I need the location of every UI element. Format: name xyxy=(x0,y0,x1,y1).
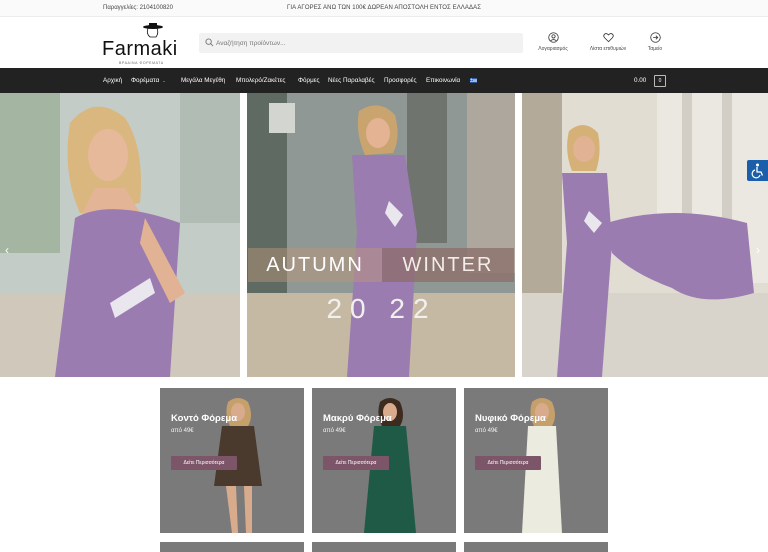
model-photo-left xyxy=(0,93,240,377)
category-card-long-dress[interactable]: Μακρύ Φόρεμα από 49€ Δείτε Περισσότερα xyxy=(312,388,456,533)
account-link[interactable]: Λογαριασμός xyxy=(523,32,583,52)
nav-item-boleros[interactable]: Μπολερό/Ζακέτες xyxy=(236,77,285,84)
chevron-down-icon: ⌄ xyxy=(162,78,165,83)
heart-icon xyxy=(603,32,614,43)
hero-year: 20 22 xyxy=(248,293,515,325)
site-header: Farmaki ΒΡΑΔΙΝΑ ΦΟΡΕΜΑΤΑ Λογαριασμός Λίσ… xyxy=(0,17,768,68)
wishlist-label: Λίστα επιθυμιών xyxy=(590,46,626,52)
category-title: Νυφικό Φόρεμα xyxy=(475,413,546,424)
category-price: από 49€ xyxy=(475,428,498,434)
hero-image-right xyxy=(522,93,768,377)
category-grid: Κοντό Φόρεμα από 49€ Δείτε Περισσότερα Μ… xyxy=(160,388,608,550)
shipping-notice: ΓΙΑ ΑΓΟΡΕΣ ΑΝΩ ΤΩΝ 100€ ΔΩΡΕΑΝ ΑΠΟΣΤΟΛΗ … xyxy=(0,5,768,11)
category-card-row2[interactable] xyxy=(160,542,304,552)
nav-item-dresses-label: Φορέματα xyxy=(131,77,159,84)
hero-slider: AUTUMN WINTER 20 22 ‹ › xyxy=(0,93,768,377)
category-card-short-dress[interactable]: Κοντό Φόρεμα από 49€ Δείτε Περισσότερα xyxy=(160,388,304,533)
category-price: από 49€ xyxy=(323,428,346,434)
hero-word-autumn: AUTUMN xyxy=(248,248,382,282)
model-photo-center xyxy=(247,93,515,377)
arrow-right-circle-icon xyxy=(650,32,661,43)
category-title: Κοντό Φόρεμα xyxy=(171,413,237,424)
account-label: Λογαριασμός xyxy=(538,46,568,52)
accessibility-toolbar-button[interactable] xyxy=(747,160,768,181)
category-price: από 49€ xyxy=(171,428,194,434)
nav-item-home[interactable]: Αρχική xyxy=(103,77,122,84)
cart-count-badge[interactable]: 0 xyxy=(654,75,666,87)
slider-prev-arrow[interactable]: ‹ xyxy=(5,243,9,257)
wheelchair-icon xyxy=(747,160,768,181)
nav-item-offers[interactable]: Προσφορές xyxy=(384,77,417,84)
model-photo-right xyxy=(522,93,768,377)
category-card-row2[interactable] xyxy=(312,542,456,552)
logo-brand-text: Farmaki xyxy=(102,38,178,61)
top-bar: Παραγγελίες: 2104100820 ΓΙΑ ΑΓΟΡΕΣ ΑΝΩ Τ… xyxy=(0,0,768,17)
checkout-link[interactable]: Ταμείο xyxy=(625,32,685,52)
checkout-label: Ταμείο xyxy=(648,46,662,52)
cart-total[interactable]: 0.00 xyxy=(634,77,646,84)
main-navigation: Αρχική Φορέματα⌄ Μεγάλα Μεγέθη Μπολερό/Ζ… xyxy=(0,68,768,93)
greek-flag-icon[interactable] xyxy=(470,78,477,83)
see-more-button[interactable]: Δείτε Περισσότερα xyxy=(171,456,237,470)
nav-item-jumpsuits[interactable]: Φόρμες xyxy=(298,77,320,84)
category-title: Μακρύ Φόρεμα xyxy=(323,413,392,424)
search-box xyxy=(199,33,523,53)
nav-item-contact[interactable]: Επικοινωνία xyxy=(426,77,460,84)
user-icon xyxy=(548,32,559,43)
see-more-button[interactable]: Δείτε Περισσότερα xyxy=(475,456,541,470)
slider-next-arrow[interactable]: › xyxy=(756,243,760,257)
nav-item-plus-sizes[interactable]: Μεγάλα Μεγέθη xyxy=(181,77,225,84)
search-icon xyxy=(205,38,214,47)
logo-tagline: ΒΡΑΔΙΝΑ ΦΟΡΕΜΑΤΑ xyxy=(119,61,164,65)
hero-word-winter: WINTER xyxy=(382,248,514,282)
nav-item-new-arrivals[interactable]: Νέες Παραλαβές xyxy=(328,77,375,84)
nav-item-dresses[interactable]: Φορέματα⌄ xyxy=(131,77,166,84)
category-card-bridal-dress[interactable]: Νυφικό Φόρεμα από 49€ Δείτε Περισσότερα xyxy=(464,388,608,533)
hat-logo-icon xyxy=(142,22,164,38)
search-input[interactable] xyxy=(216,36,516,50)
hero-image-center xyxy=(247,93,515,377)
category-card-row2[interactable] xyxy=(464,542,608,552)
hero-image-left xyxy=(0,93,240,377)
site-logo[interactable]: Farmaki ΒΡΑΔΙΝΑ ΦΟΡΕΜΑΤΑ xyxy=(102,22,182,66)
see-more-button[interactable]: Δείτε Περισσότερα xyxy=(323,456,389,470)
